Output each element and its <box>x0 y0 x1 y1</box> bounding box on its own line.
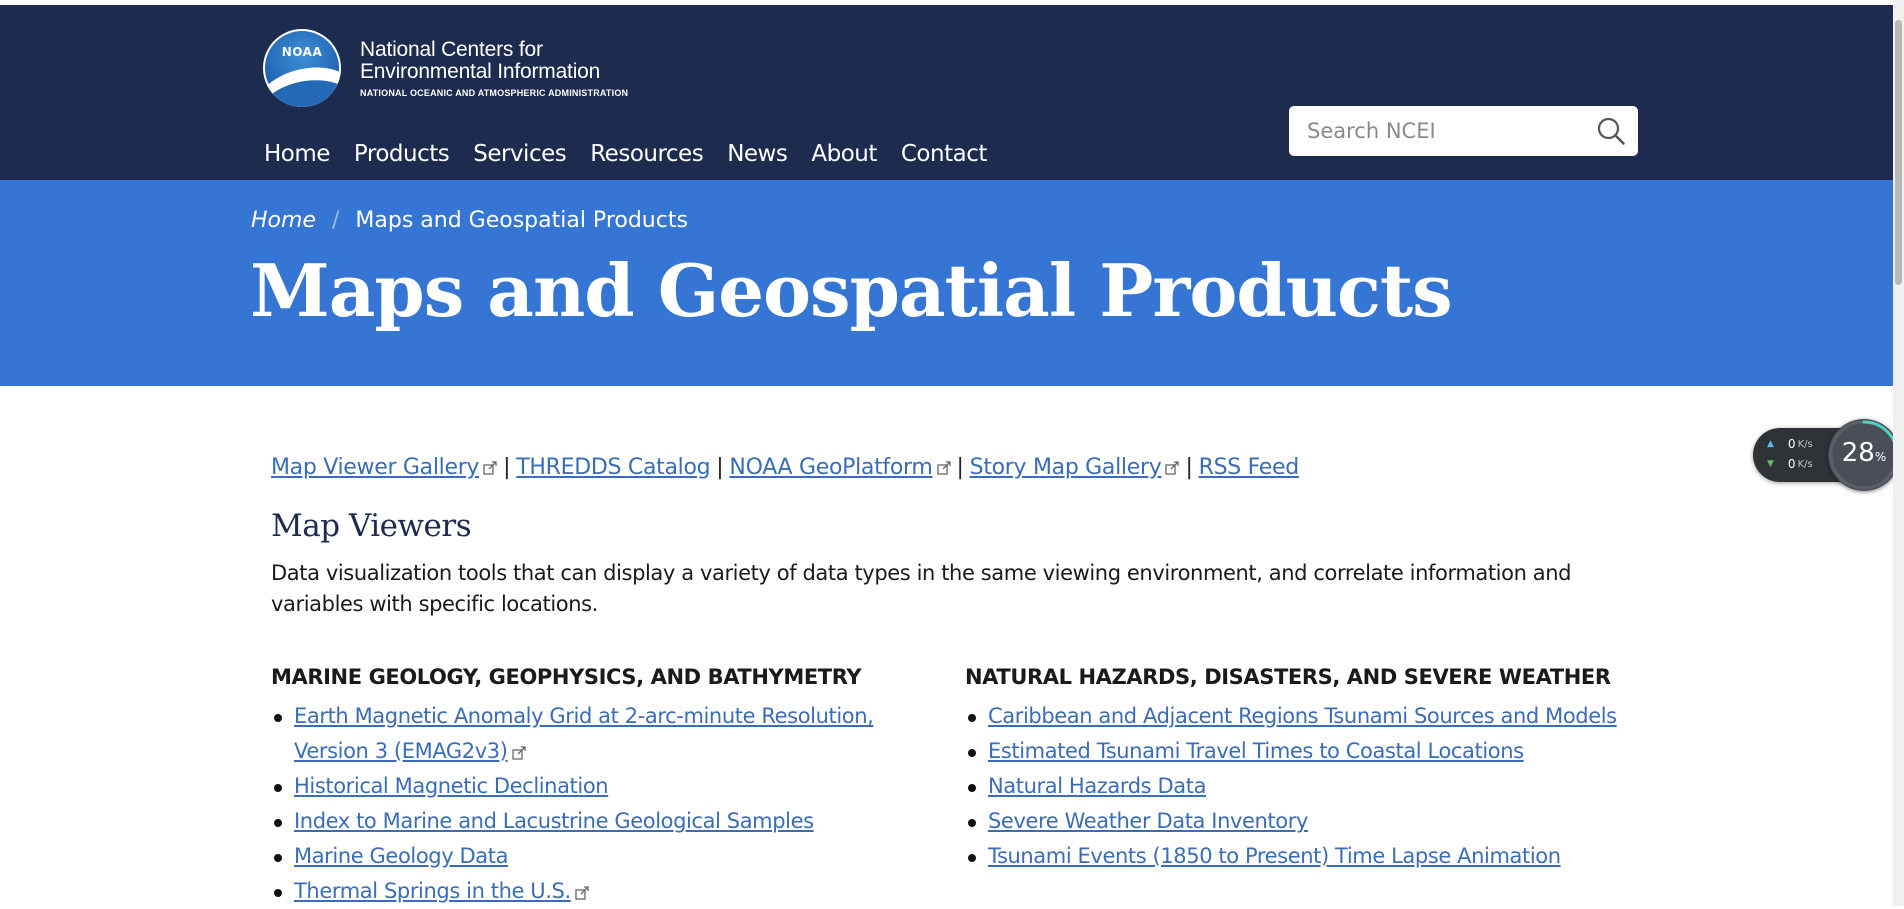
link-natural-hazards-data[interactable]: Natural Hazards Data <box>988 774 1206 798</box>
brand-line-1: National Centers for <box>360 37 543 61</box>
link-caribbean-tsunami[interactable]: Caribbean and Adjacent Regions Tsunami S… <box>988 704 1617 728</box>
quicklink-separator: | <box>503 455 511 480</box>
nav-about[interactable]: About <box>811 141 877 167</box>
cpu-usage-text: 28% <box>1828 438 1900 468</box>
link-emag2v3[interactable]: Earth Magnetic Anomaly Grid at 2-arc-min… <box>294 704 874 763</box>
search-icon[interactable] <box>1596 116 1626 146</box>
link-map-viewer-gallery[interactable]: Map Viewer Gallery <box>271 455 479 480</box>
list-item: Caribbean and Adjacent Regions Tsunami S… <box>968 699 1645 734</box>
list-item: Historical Magnetic Declination <box>274 769 891 804</box>
nav-services[interactable]: Services <box>473 141 567 167</box>
nav-news[interactable]: News <box>727 141 788 167</box>
link-list: Caribbean and Adjacent Regions Tsunami S… <box>965 699 1645 874</box>
list-item: Estimated Tsunami Travel Times to Coasta… <box>968 734 1645 769</box>
cpu-value: 28 <box>1841 438 1875 468</box>
download-arrow-icon: ▼ <box>1767 459 1774 469</box>
link-severe-weather-inventory[interactable]: Severe Weather Data Inventory <box>988 809 1308 833</box>
download-unit: K/s <box>1797 458 1813 470</box>
brand-subline: NATIONAL OCEANIC AND ATMOSPHERIC ADMINIS… <box>360 87 629 98</box>
main-content: Map Viewer Gallery | THREDDS Catalog | N… <box>271 455 1631 903</box>
external-link-icon <box>936 460 951 475</box>
quicklink-separator: | <box>956 455 964 480</box>
search-input[interactable] <box>1305 118 1589 144</box>
quick-links: Map Viewer Gallery | THREDDS Catalog | N… <box>271 455 1631 480</box>
external-link-icon <box>575 886 589 900</box>
section-title-map-viewers: Map Viewers <box>271 508 472 544</box>
list-item: Marine Geology Data <box>274 839 891 874</box>
link-marine-geology-data[interactable]: Marine Geology Data <box>294 844 508 868</box>
search-box <box>1289 106 1638 156</box>
list-item: Thermal Springs in the U.S. <box>274 874 891 909</box>
list-item: Tsunami Events (1850 to Present) Time La… <box>968 839 1645 874</box>
nav-products[interactable]: Products <box>354 141 450 167</box>
page-scrollbar[interactable] <box>1893 0 1904 906</box>
site-header: NOAA National Centers for Environmental … <box>0 5 1893 180</box>
list-item: Natural Hazards Data <box>968 769 1645 804</box>
quicklink-separator: | <box>716 455 724 480</box>
noaa-logo-icon: NOAA <box>263 29 341 107</box>
page-hero: Home / Maps and Geospatial Products Maps… <box>0 180 1893 386</box>
upload-arrow-icon: ▲ <box>1767 439 1774 449</box>
nav-home[interactable]: Home <box>264 141 330 167</box>
cpu-unit: % <box>1874 450 1887 464</box>
nav-resources[interactable]: Resources <box>590 141 703 167</box>
noaa-logo-text: NOAA <box>281 45 323 59</box>
link-index-marine-samples[interactable]: Index to Marine and Lacustrine Geologica… <box>294 809 814 833</box>
breadcrumb: Home / Maps and Geospatial Products <box>251 208 688 233</box>
cpu-usage-gauge[interactable]: 28% <box>1828 419 1900 491</box>
breadcrumb-current: Maps and Geospatial Products <box>355 208 688 233</box>
scrollbar-thumb[interactable] <box>1895 20 1902 285</box>
column-heading: NATURAL HAZARDS, DISASTERS, AND SEVERE W… <box>965 665 1611 689</box>
column-heading: MARINE GEOLOGY, GEOPHYSICS, AND BATHYMET… <box>271 665 862 689</box>
link-tsunami-events-animation[interactable]: Tsunami Events (1850 to Present) Time La… <box>988 844 1561 868</box>
upload-value: 0 <box>1787 437 1796 451</box>
breadcrumb-separator: / <box>331 208 340 233</box>
list-item: Severe Weather Data Inventory <box>968 804 1645 839</box>
link-list: Earth Magnetic Anomaly Grid at 2-arc-min… <box>271 699 891 909</box>
section-description: Data visualization tools that can displa… <box>271 561 1572 616</box>
external-link-icon <box>511 746 526 760</box>
download-speed: ▼ 0 K/s <box>1767 457 1813 471</box>
link-historical-magnetic-declination[interactable]: Historical Magnetic Declination <box>294 774 609 798</box>
page-title: Maps and Geospatial Products <box>250 248 1453 333</box>
nav-contact[interactable]: Contact <box>901 141 987 167</box>
quicklink-separator: | <box>1185 455 1193 480</box>
link-rss-feed[interactable]: RSS Feed <box>1199 455 1300 480</box>
link-noaa-geoplatform[interactable]: NOAA GeoPlatform <box>729 455 932 480</box>
link-thredds-catalog[interactable]: THREDDS Catalog <box>516 455 710 480</box>
download-value: 0 <box>1787 457 1796 471</box>
column-marine-geology: MARINE GEOLOGY, GEOPHYSICS, AND BATHYMET… <box>271 665 891 909</box>
external-link-icon <box>483 460 497 475</box>
link-thermal-springs[interactable]: Thermal Springs in the U.S. <box>294 879 571 903</box>
link-story-map-gallery[interactable]: Story Map Gallery <box>970 455 1162 480</box>
brand-line-2: Environmental Information <box>360 59 601 83</box>
main-nav: Home Products Services Resources News Ab… <box>264 141 1011 167</box>
list-item: Earth Magnetic Anomaly Grid at 2-arc-min… <box>274 699 891 769</box>
link-tsunami-travel-times[interactable]: Estimated Tsunami Travel Times to Coasta… <box>988 739 1524 763</box>
list-item: Index to Marine and Lacustrine Geologica… <box>274 804 891 839</box>
external-link-icon <box>1165 460 1180 475</box>
breadcrumb-home[interactable]: Home <box>251 208 316 233</box>
upload-unit: K/s <box>1797 438 1813 450</box>
brand-text: National Centers for Environmental Infor… <box>360 37 629 98</box>
column-natural-hazards: NATURAL HAZARDS, DISASTERS, AND SEVERE W… <box>965 665 1645 874</box>
site-logo[interactable]: NOAA National Centers for Environmental … <box>263 29 628 107</box>
upload-speed: ▲ 0 K/s <box>1767 437 1813 451</box>
